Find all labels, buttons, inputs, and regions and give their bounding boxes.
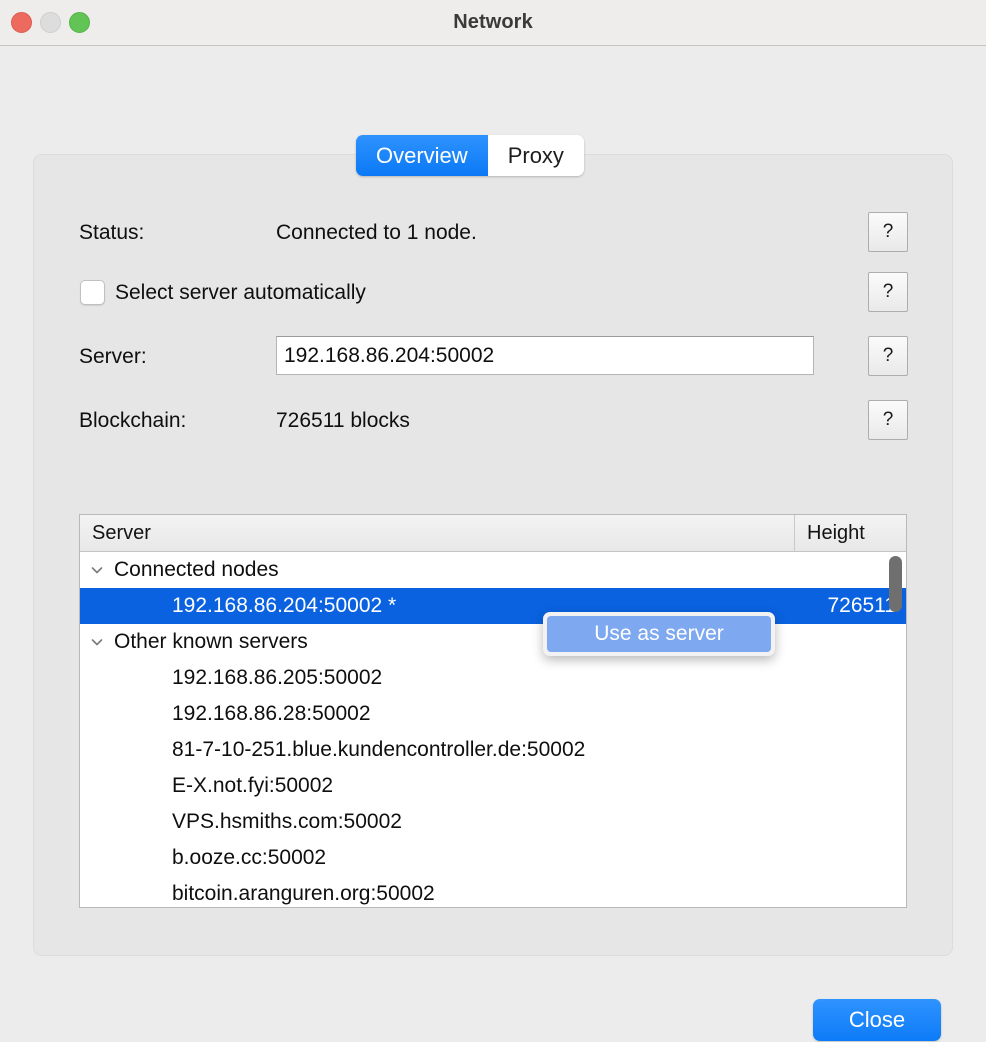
- blockchain-label: Blockchain:: [79, 409, 187, 432]
- window-controls: [11, 12, 90, 33]
- list-item-server: 81-7-10-251.blue.kundencontroller.de:500…: [172, 738, 586, 761]
- window-body: Overview Proxy Status: Connected to 1 no…: [0, 46, 986, 1042]
- server-input[interactable]: [276, 336, 814, 375]
- chevron-down-icon[interactable]: [80, 562, 114, 578]
- table-row[interactable]: E-X.not.fyi:50002: [80, 768, 906, 804]
- server-list-header: Server Height: [80, 515, 906, 552]
- list-item-server: bitcoin.aranguren.org:50002: [172, 882, 435, 905]
- list-group-connected-nodes[interactable]: Connected nodes: [80, 552, 906, 588]
- server-list: Server Height Connected nodes 192.168.86…: [79, 514, 907, 908]
- server-help-button[interactable]: ?: [868, 336, 908, 376]
- table-row[interactable]: 192.168.86.205:50002: [80, 660, 906, 696]
- server-label: Server:: [79, 345, 147, 368]
- title-bar: Network: [0, 0, 986, 46]
- list-item-height: 726511: [827, 594, 896, 617]
- list-item-server: VPS.hsmiths.com:50002: [172, 810, 402, 833]
- table-row[interactable]: 192.168.86.28:50002: [80, 696, 906, 732]
- list-item-server: 192.168.86.204:50002 *: [172, 594, 397, 617]
- auto-select-help-button[interactable]: ?: [868, 272, 908, 312]
- table-row[interactable]: bitcoin.aranguren.org:50002: [80, 876, 906, 907]
- tab-bar: Overview Proxy: [356, 135, 584, 176]
- blockchain-value: 726511 blocks: [276, 409, 410, 432]
- select-server-automatically-checkbox[interactable]: [80, 280, 105, 305]
- column-header-height[interactable]: Height: [794, 515, 906, 551]
- list-item-server: E-X.not.fyi:50002: [172, 774, 334, 797]
- table-row[interactable]: 192.168.86.204:50002 * 726511: [80, 588, 906, 624]
- maximize-window-button[interactable]: [69, 12, 90, 33]
- list-group-label: Other known servers: [114, 630, 308, 653]
- tab-proxy[interactable]: Proxy: [487, 135, 584, 176]
- table-row[interactable]: b.ooze.cc:50002: [80, 840, 906, 876]
- list-group-label: Connected nodes: [114, 558, 279, 581]
- menu-item-use-as-server[interactable]: Use as server: [547, 616, 771, 652]
- list-group-other-known-servers[interactable]: Other known servers: [80, 624, 906, 660]
- context-menu: Use as server: [543, 612, 775, 656]
- close-window-button[interactable]: [11, 12, 32, 33]
- window-title: Network: [453, 11, 533, 33]
- column-header-server[interactable]: Server: [80, 522, 794, 545]
- table-row[interactable]: VPS.hsmiths.com:50002: [80, 804, 906, 840]
- table-row[interactable]: 81-7-10-251.blue.kundencontroller.de:500…: [80, 732, 906, 768]
- status-label: Status:: [79, 221, 145, 244]
- list-item-server: 192.168.86.205:50002: [172, 666, 383, 689]
- list-item-server: b.ooze.cc:50002: [172, 846, 327, 869]
- status-help-button[interactable]: ?: [868, 212, 908, 252]
- status-value: Connected to 1 node.: [276, 221, 477, 244]
- tab-overview[interactable]: Overview: [356, 135, 488, 176]
- server-list-rows: Connected nodes 192.168.86.204:50002 * 7…: [80, 552, 906, 907]
- close-button[interactable]: Close: [813, 999, 941, 1041]
- list-item-server: 192.168.86.28:50002: [172, 702, 371, 725]
- minimize-window-button[interactable]: [40, 12, 61, 33]
- blockchain-help-button[interactable]: ?: [868, 400, 908, 440]
- select-server-automatically-label: Select server automatically: [115, 281, 366, 304]
- server-list-scrollbar[interactable]: [889, 556, 902, 612]
- chevron-down-icon[interactable]: [80, 634, 114, 650]
